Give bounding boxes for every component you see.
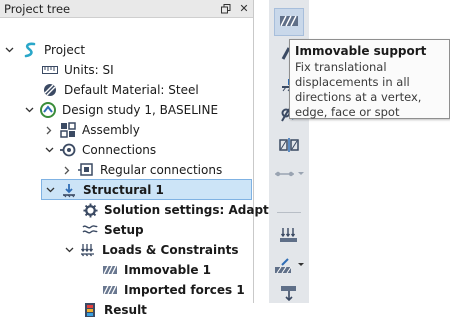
imported-forces-icon	[102, 282, 118, 298]
immovable-support-icon	[102, 262, 118, 278]
tree-item-setup[interactable]: Setup	[82, 220, 144, 240]
tree-item-label: Regular connections	[100, 163, 223, 177]
tree-item-loads-constraints[interactable]: Loads & Constraints	[64, 240, 239, 260]
connector-dropdown-button[interactable]	[274, 161, 304, 189]
immovable-support-tooltip: Immovable support Fix translational disp…	[289, 39, 450, 119]
tree-item-label: Default Material: Steel	[64, 83, 199, 97]
tree-item-immovable[interactable]: Immovable 1	[102, 260, 211, 280]
assembly-icon	[60, 122, 76, 138]
gear-icon	[82, 202, 98, 218]
pressure-button[interactable]	[274, 280, 304, 308]
tree-item-label: Result	[104, 303, 147, 317]
tree-item-label: Project	[44, 43, 86, 57]
tree-item-connections[interactable]: Connections	[44, 140, 156, 160]
ruler-icon	[42, 62, 58, 78]
toolbar-separator	[277, 212, 301, 213]
chevron-down-icon[interactable]	[64, 245, 74, 255]
immovable-support-icon	[279, 14, 299, 31]
tree-item-label: Connections	[82, 143, 157, 157]
design-study-icon	[40, 102, 56, 118]
tree-item-label: Loads & Constraints	[102, 243, 239, 257]
tree-item-units[interactable]: Units: SI	[42, 60, 114, 80]
tree-item-default-material[interactable]: Default Material: Steel	[42, 80, 199, 100]
project-tree-panel: Project tree ✕ Project Units: SI Default…	[0, 0, 282, 317]
tree-item-solution-settings[interactable]: Solution settings: Adapt...	[82, 200, 282, 220]
tree-item-label: Assembly	[82, 123, 140, 137]
loads-constraints-icon	[80, 242, 96, 258]
tree-item-regular-connections[interactable]: Regular connections	[62, 160, 222, 180]
load-button[interactable]	[274, 222, 304, 250]
force-icon	[274, 257, 304, 277]
panel-titlebar: Project tree ✕	[0, 0, 253, 18]
result-icon	[82, 302, 98, 318]
load-icon	[279, 227, 299, 246]
tree-item-assembly[interactable]: Assembly	[44, 120, 140, 140]
chevron-down-icon[interactable]	[44, 145, 54, 155]
chevron-down-icon[interactable]	[4, 45, 14, 55]
tree-item-label: Immovable 1	[124, 263, 212, 277]
tree-item-label: Setup	[104, 223, 144, 237]
chevron-right-icon[interactable]	[44, 125, 54, 135]
close-icon[interactable]: ✕	[235, 0, 253, 17]
restore-icon[interactable]	[217, 0, 235, 17]
tree-item-project[interactable]: Project	[4, 40, 85, 60]
tree-item-imported-forces[interactable]: Imported forces 1	[102, 280, 245, 300]
tree-item-result[interactable]: Result	[82, 300, 147, 320]
tree-item-label: Structural 1	[83, 182, 164, 197]
project-logo-icon	[22, 42, 38, 58]
panel-title: Project tree	[4, 1, 71, 16]
chevron-right-icon[interactable]	[62, 165, 72, 175]
tree-item-label: Imported forces 1	[124, 283, 245, 297]
tree-item-design-study[interactable]: Design study 1, BASELINE	[24, 100, 218, 120]
connections-icon	[60, 142, 76, 158]
immovable-support-button[interactable]	[274, 8, 304, 36]
setup-icon	[82, 222, 98, 238]
connector-icon	[274, 168, 304, 182]
symmetry-button[interactable]	[274, 132, 304, 160]
tooltip-body: Fix translational displacements in all d…	[295, 60, 422, 119]
structural-study-icon	[61, 182, 77, 198]
tree-item-label: Solution settings: Adapt...	[104, 203, 283, 217]
material-icon	[42, 82, 58, 98]
symmetry-icon	[279, 137, 299, 156]
tree-item-label: Units: SI	[64, 63, 114, 77]
tree-item-label: Design study 1, BASELINE	[62, 103, 219, 117]
chevron-down-icon[interactable]	[45, 185, 55, 195]
tooltip-title: Immovable support	[295, 44, 427, 58]
tree-item-structural[interactable]: Structural 1	[41, 179, 252, 200]
regular-connection-icon	[78, 162, 94, 178]
pressure-icon	[279, 285, 299, 304]
chevron-down-icon[interactable]	[24, 105, 34, 115]
force-dropdown-button[interactable]	[274, 253, 304, 281]
